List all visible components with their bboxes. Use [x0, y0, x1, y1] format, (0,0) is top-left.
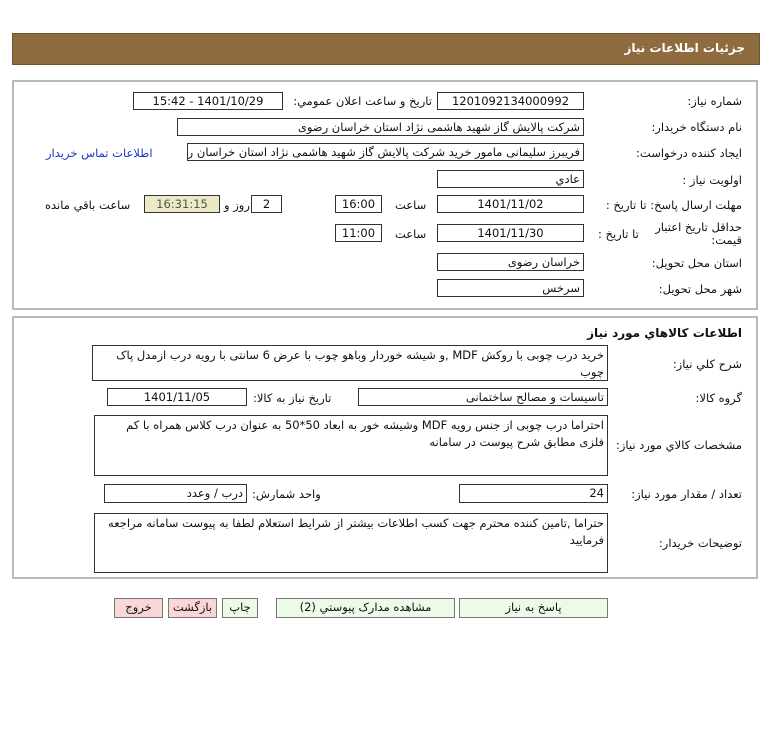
notes-field: حتراما ,تامین کننده محترم جهت کسب اطلاعا…: [94, 513, 608, 573]
validity-date-field: 1401/11/30: [437, 224, 584, 242]
page-header: جزئيات اطلاعات نیاز: [12, 33, 760, 65]
days-label: روز و: [224, 198, 250, 212]
group-label: گروه کالا:: [695, 391, 742, 405]
need-date-label: تاريخ نياز به کالا:: [253, 391, 332, 405]
announce-field: 1401/10/29 - 15:42: [133, 92, 283, 110]
need-date-field: 1401/11/05: [107, 388, 247, 406]
buyer-field: شرکت پالایش گاز شهید هاشمی نژاد استان خر…: [177, 118, 584, 136]
reply-button[interactable]: پاسخ به نياز: [459, 598, 608, 618]
qty-label: تعداد / مقدار مورد نياز:: [631, 487, 742, 501]
notes-label: توضيحات خريدار:: [658, 536, 742, 550]
buyer-contact-link[interactable]: اطلاعات تماس خريدار: [46, 146, 153, 160]
page-title: جزئيات اطلاعات نیاز: [624, 41, 745, 55]
back-button[interactable]: بازگشت: [168, 598, 217, 618]
deadline-time-field: 16:00: [335, 195, 382, 213]
remaining-label: ساعت باقي مانده: [45, 198, 131, 212]
days-field: 2: [251, 195, 282, 213]
qty-field: 24: [459, 484, 608, 503]
view-attachments-button[interactable]: مشاهده مدارک پيوستي (2): [276, 598, 455, 618]
deadline-label: مهلت ارسال پاسخ: تا تاريخ :: [605, 198, 742, 212]
validity-time-label: ساعت: [395, 227, 427, 241]
spec-field: احتراما درب چوبی از جنس رویه MDF وشیشه خ…: [94, 415, 608, 476]
print-button[interactable]: چاپ: [222, 598, 258, 618]
desc-label: شرح کلي نياز:: [672, 357, 742, 371]
goods-section-title: اطلاعات کالاهاي مورد نياز: [587, 326, 742, 340]
deadline-date-field: 1401/11/02: [437, 195, 584, 213]
need-number-label: شماره نیاز:: [687, 94, 742, 108]
spec-label: مشخصات کالاي مورد نياز:: [615, 438, 742, 452]
city-label: شهر محل تحويل:: [658, 282, 742, 296]
need-number-field: 1201092134000992: [437, 92, 584, 110]
desc-field: خرید درب چوبی با روکش MDF ,و شیشه خوردار…: [92, 345, 608, 381]
province-label: استان محل تحويل:: [651, 256, 742, 270]
creator-field: فریبرز سلیمانی مامور خرید شرکت پالایش گا…: [187, 143, 584, 161]
exit-button[interactable]: خروج: [114, 598, 163, 618]
group-field: تاسیسات و مصالح ساختمانی: [358, 388, 608, 406]
deadline-time-label: ساعت: [395, 198, 427, 212]
unit-field: درب / وعدد: [104, 484, 247, 503]
city-field: سرخس: [437, 279, 584, 297]
province-field: خراسان رضوی: [437, 253, 584, 271]
need-info-panel: [12, 80, 758, 310]
validity-time-field: 11:00: [335, 224, 382, 242]
creator-label: ايجاد کننده درخواست:: [636, 146, 742, 160]
remaining-time-field: 16:31:15: [144, 195, 220, 213]
priority-field: عادي: [437, 170, 584, 188]
unit-label: واحد شمارش:: [252, 487, 321, 501]
buyer-label: نام دستگاه خريدار:: [651, 120, 742, 134]
validity-to-label: تا تاريخ :: [598, 227, 639, 241]
announce-label: تاريخ و ساعت اعلان عمومي:: [293, 94, 432, 108]
priority-label: اولويت نياز :: [682, 173, 742, 187]
validity-label: حداقل تاريخ اعتبار قيمت:: [655, 220, 742, 247]
